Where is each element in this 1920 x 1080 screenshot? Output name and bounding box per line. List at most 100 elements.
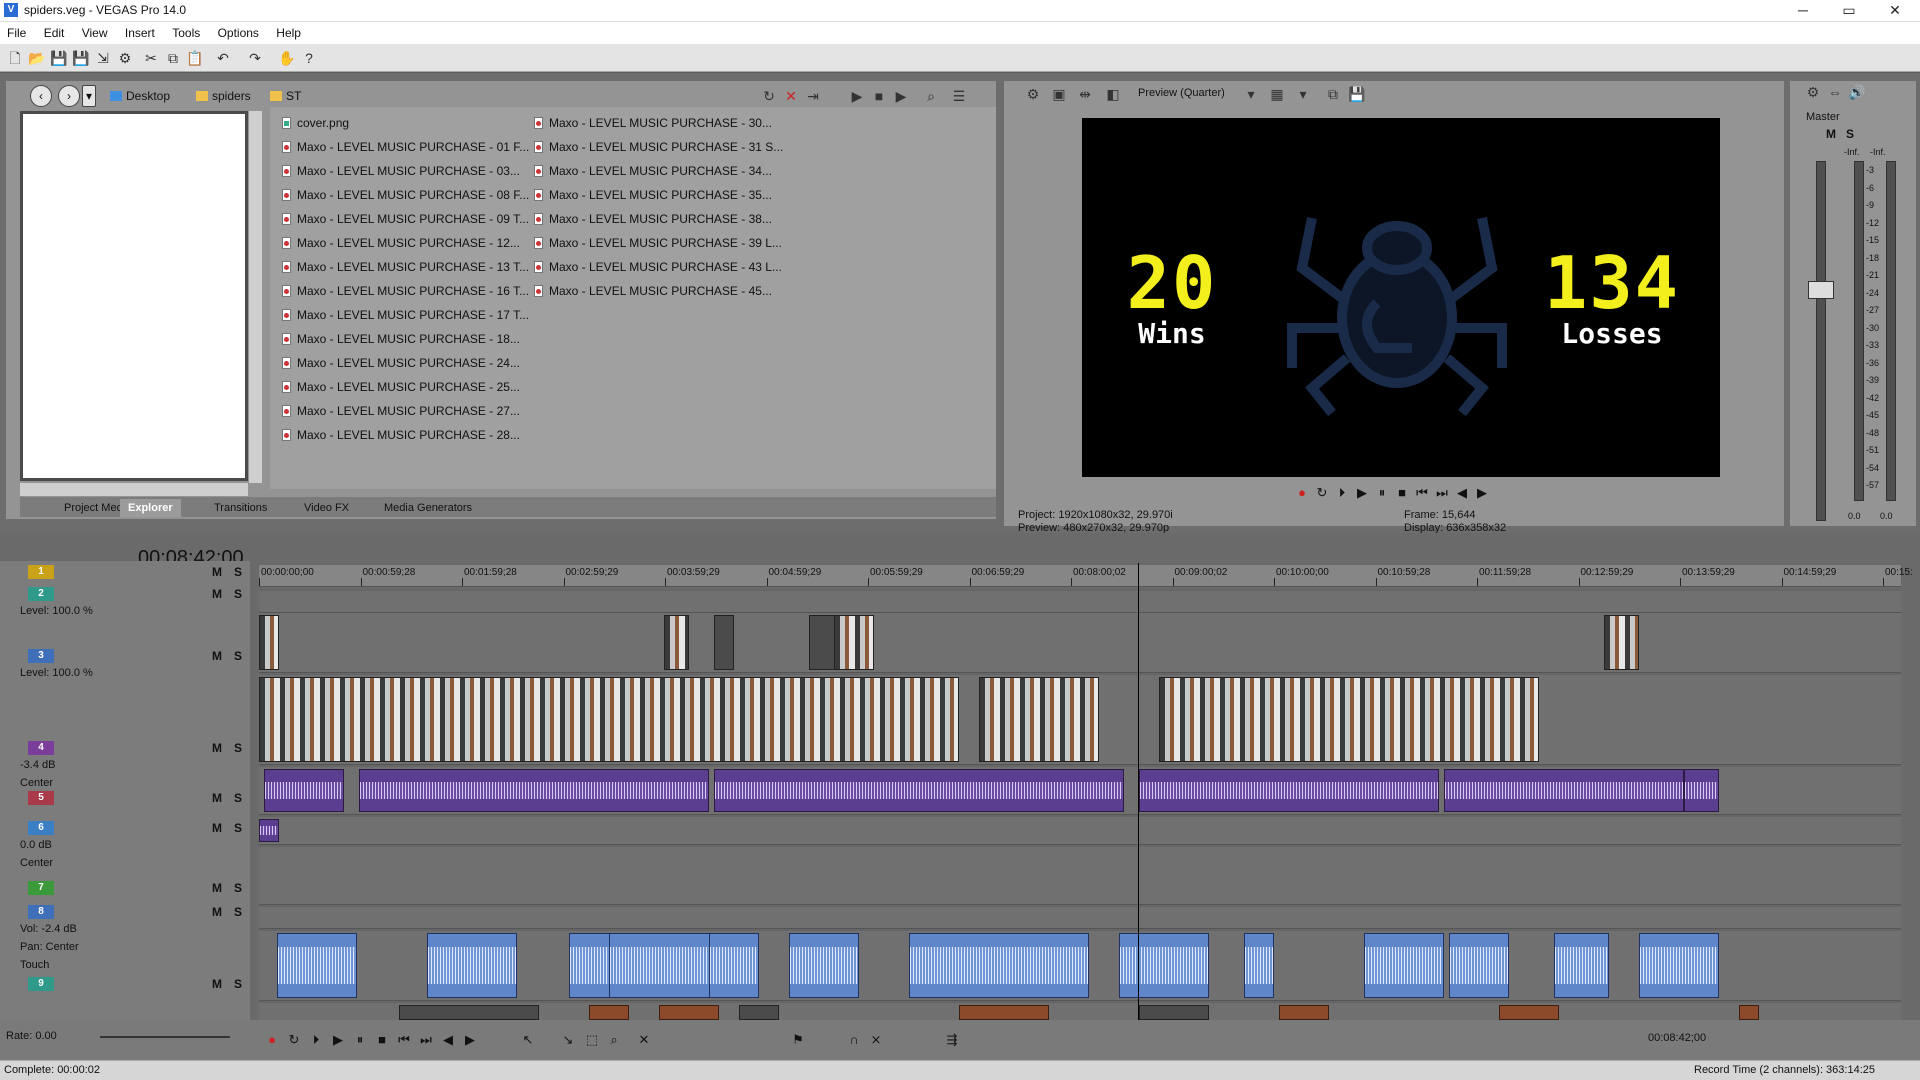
track-header-1[interactable]: 1 MS xyxy=(6,563,250,585)
playhead-cursor[interactable] xyxy=(1138,563,1139,1039)
file-item[interactable]: Maxo - LEVEL MUSIC PURCHASE - 31 S... xyxy=(534,135,783,159)
normal-edit-tool-icon[interactable]: ↖ xyxy=(520,1032,536,1048)
save-icon[interactable]: 💾 xyxy=(50,49,68,67)
menu-file[interactable]: File xyxy=(0,22,33,44)
minimize-button[interactable]: ─ xyxy=(1780,0,1826,22)
track-lane-6[interactable] xyxy=(259,847,1901,905)
timeline-clip[interactable] xyxy=(1604,615,1639,670)
mute-button[interactable]: M xyxy=(212,565,222,579)
explorer-tree-preview[interactable] xyxy=(20,111,248,481)
file-item[interactable]: Maxo - LEVEL MUSIC PURCHASE - 28... xyxy=(282,423,529,447)
track-lane-5[interactable] xyxy=(259,817,1901,845)
refresh-icon[interactable]: ↻ xyxy=(760,87,778,105)
record-icon[interactable]: ● xyxy=(1294,485,1310,501)
timeline-clip[interactable] xyxy=(1119,933,1209,998)
copy-snapshot-icon[interactable]: ⧉ xyxy=(1324,85,1342,103)
breadcrumb-desktop[interactable]: Desktop xyxy=(110,89,170,103)
file-item[interactable]: Maxo - LEVEL MUSIC PURCHASE - 18... xyxy=(282,327,529,351)
menu-edit[interactable]: Edit xyxy=(37,22,72,44)
timeline-clip[interactable] xyxy=(709,933,759,998)
go-to-end-icon[interactable]: ⏭ xyxy=(1434,485,1450,501)
file-item[interactable]: Maxo - LEVEL MUSIC PURCHASE - 45... xyxy=(534,279,783,303)
back-button[interactable]: ‹ xyxy=(30,85,52,107)
solo-button[interactable]: S xyxy=(234,791,242,805)
auto-preview-icon[interactable]: ▶ xyxy=(892,87,910,105)
add-folder-icon[interactable]: ⇥ xyxy=(804,87,822,105)
solo-button[interactable]: S xyxy=(234,881,242,895)
timeline-clip[interactable] xyxy=(1554,933,1609,998)
previous-frame-icon[interactable]: ◀ xyxy=(1454,485,1470,501)
file-item[interactable]: Maxo - LEVEL MUSIC PURCHASE - 38... xyxy=(534,207,783,231)
quality-dropdown-icon[interactable]: ▾ xyxy=(1242,85,1260,103)
track-lane-3[interactable] xyxy=(259,675,1901,765)
file-item[interactable]: Maxo - LEVEL MUSIC PURCHASE - 09 T... xyxy=(282,207,529,231)
solo-button[interactable]: S xyxy=(234,587,242,601)
mute-button[interactable]: M xyxy=(212,741,222,755)
rate-slider[interactable] xyxy=(100,1036,230,1038)
timeline-clip[interactable] xyxy=(834,615,874,670)
delete-icon[interactable]: ✕ xyxy=(782,87,800,105)
timeline-clip[interactable] xyxy=(1139,769,1439,812)
timeline-clip[interactable] xyxy=(427,933,517,998)
timeline-clip[interactable] xyxy=(664,615,689,670)
breadcrumb-st[interactable]: ST xyxy=(270,89,301,103)
undo-icon[interactable]: ↶ xyxy=(214,49,232,67)
help-icon[interactable]: ? xyxy=(300,49,318,67)
explorer-horizontal-scrollbar[interactable] xyxy=(20,483,248,496)
stop-preview-icon[interactable]: ■ xyxy=(870,87,888,105)
file-item[interactable]: Maxo - LEVEL MUSIC PURCHASE - 35... xyxy=(534,183,783,207)
envelope-tool-icon[interactable]: ↘ xyxy=(560,1032,576,1048)
timeline-clip[interactable] xyxy=(1499,1005,1559,1020)
solo-button[interactable]: S xyxy=(234,905,242,919)
track-header-5[interactable]: 5 MS xyxy=(6,789,250,817)
history-dropdown-icon[interactable]: ▾ xyxy=(82,85,96,107)
delete-icon[interactable]: ✕ xyxy=(636,1032,652,1048)
track-header-6[interactable]: 6 M S 0.0 dB Center xyxy=(6,819,250,877)
file-item[interactable]: Maxo - LEVEL MUSIC PURCHASE - 30... xyxy=(534,111,783,135)
timeline-clip[interactable] xyxy=(259,819,279,842)
go-to-end-icon[interactable]: ⏭ xyxy=(418,1032,434,1048)
file-item[interactable]: Maxo - LEVEL MUSIC PURCHASE - 34... xyxy=(534,159,783,183)
time-ruler[interactable]: 00:00:00;00 00:00:59;28 00:01:59;28 00:02:5… xyxy=(259,565,1913,587)
tab-explorer[interactable]: Explorer xyxy=(120,499,181,517)
timeline-clip[interactable] xyxy=(714,615,734,670)
file-item[interactable]: Maxo - LEVEL MUSIC PURCHASE - 39 L... xyxy=(534,231,783,255)
save-snapshot-icon[interactable]: 💾 xyxy=(1348,85,1366,103)
overlays-icon[interactable]: ◧ xyxy=(1104,85,1122,103)
solo-button[interactable]: S xyxy=(234,565,242,579)
track-lane-4[interactable] xyxy=(259,767,1901,815)
file-item[interactable]: Maxo - LEVEL MUSIC PURCHASE - 13 T... xyxy=(282,255,529,279)
track-lane-7[interactable] xyxy=(259,907,1901,929)
timeline-clip[interactable] xyxy=(259,615,279,670)
open-icon[interactable]: 📂 xyxy=(28,49,46,67)
play-icon[interactable]: ▶ xyxy=(1354,485,1370,501)
loop-icon[interactable]: ↻ xyxy=(286,1032,302,1048)
next-frame-icon[interactable]: ▶ xyxy=(1474,485,1490,501)
play-icon[interactable]: ▶ xyxy=(330,1032,346,1048)
track-header-9[interactable]: 9 MS xyxy=(6,975,250,995)
close-button[interactable]: ✕ xyxy=(1872,0,1918,22)
new-icon[interactable]: 🗋 xyxy=(6,49,24,67)
solo-button[interactable]: S xyxy=(234,649,242,663)
track-lane-1[interactable] xyxy=(259,591,1901,613)
ripple-edit-icon[interactable]: ⇶ xyxy=(944,1032,960,1048)
search-icon[interactable]: ⌕ xyxy=(922,87,940,105)
next-frame-icon[interactable]: ▶ xyxy=(462,1032,478,1048)
timeline-clip[interactable] xyxy=(1159,677,1539,762)
mute-button[interactable]: M xyxy=(212,881,222,895)
master-fader-track[interactable] xyxy=(1816,161,1826,521)
render-as-icon[interactable]: ⇲ xyxy=(94,49,112,67)
file-item[interactable]: Maxo - LEVEL MUSIC PURCHASE - 12... xyxy=(282,231,529,255)
menu-help[interactable]: Help xyxy=(269,22,308,44)
timeline-clip[interactable] xyxy=(1639,933,1719,998)
track-header-8[interactable]: 8 M S Vol: -2.4 dB Pan: Center Touch xyxy=(6,903,250,973)
file-item[interactable]: cover.png xyxy=(282,111,529,135)
master-solo-button[interactable]: S xyxy=(1846,127,1854,141)
timeline-clip[interactable] xyxy=(1444,769,1684,812)
stop-icon[interactable]: ■ xyxy=(1394,485,1410,501)
play-from-start-icon[interactable]: ⏵ xyxy=(308,1032,324,1048)
track-header-4[interactable]: 4 M S -3.4 dB Center xyxy=(6,739,250,789)
pause-icon[interactable]: ⏸ xyxy=(352,1032,368,1048)
file-item[interactable]: Maxo - LEVEL MUSIC PURCHASE - 43 L... xyxy=(534,255,783,279)
timeline-clip[interactable] xyxy=(1244,933,1274,998)
